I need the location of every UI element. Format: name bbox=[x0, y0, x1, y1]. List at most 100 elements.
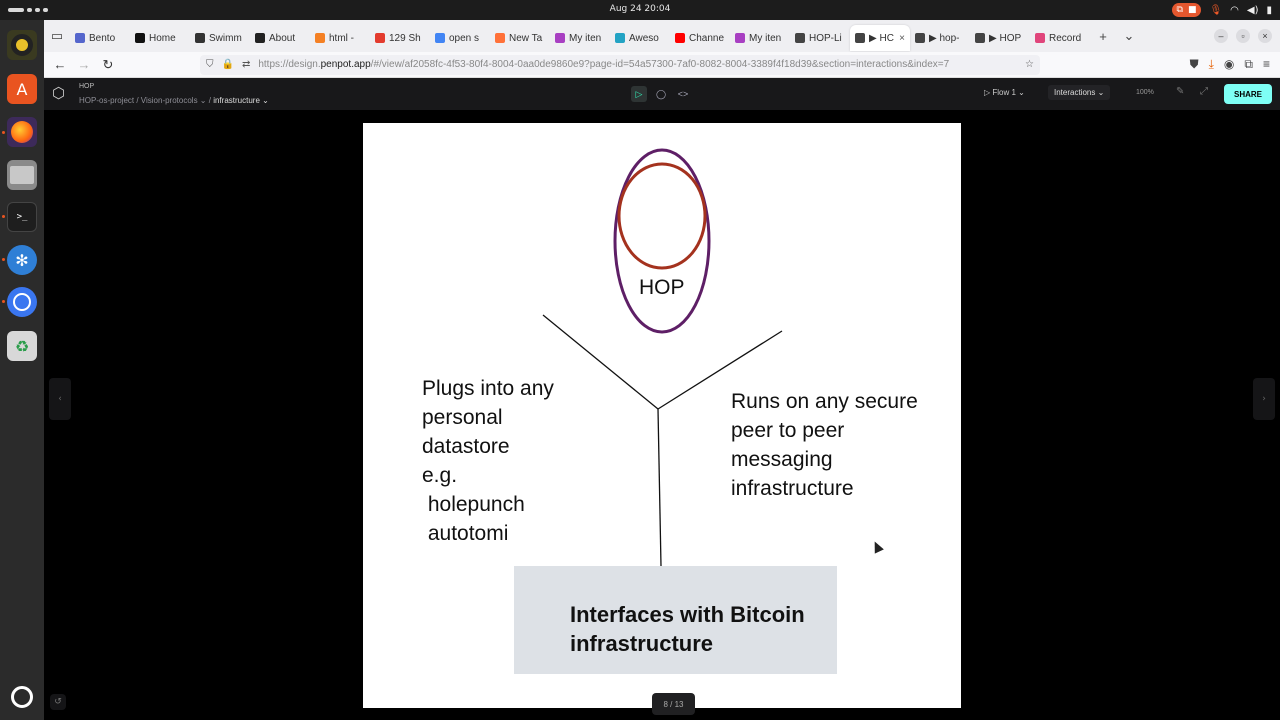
browser-tab-strip: ▭ Bento Home Swimm About html - 129 Sh open s N… bbox=[44, 20, 1280, 52]
bitcoin-box: Interfaces with Bitcoin infrastructure bbox=[514, 566, 837, 674]
system-clock[interactable]: Aug 24 20:04 bbox=[0, 4, 1280, 14]
flow-selector[interactable]: ▷ Flow 1 ⌄ bbox=[984, 88, 1025, 97]
tab-label: Channe bbox=[689, 32, 725, 44]
browser-tab[interactable]: html - bbox=[310, 25, 370, 51]
maximize-button[interactable]: ▫ bbox=[1236, 29, 1250, 43]
terminal-icon[interactable]: >_ bbox=[7, 202, 37, 232]
browser-tab[interactable]: Bento bbox=[70, 25, 130, 51]
reload-icon[interactable]: ↻ bbox=[96, 57, 120, 73]
bitcoin-text: Interfaces with Bitcoin infrastructure bbox=[570, 602, 805, 656]
breadcrumb-page[interactable]: infrastructure bbox=[213, 96, 260, 105]
screen-record-indicator[interactable]: ⧉ ■ bbox=[1171, 3, 1202, 17]
rhythmbox-icon[interactable] bbox=[7, 30, 37, 60]
prev-board-button[interactable]: ‹ bbox=[49, 378, 71, 420]
mode-label: Interactions bbox=[1054, 88, 1096, 97]
download-icon[interactable]: ⤓ bbox=[1209, 57, 1214, 72]
bento-icon bbox=[75, 33, 85, 43]
firefox-icon bbox=[495, 33, 505, 43]
browser-tab[interactable]: Channe bbox=[670, 25, 730, 51]
tab-label: About bbox=[269, 32, 296, 44]
extensions-icon[interactable]: ⧉ bbox=[1244, 57, 1253, 72]
system-status-area[interactable]: ⧉ ■ 🎙 ◠ ◀) ▮ bbox=[1171, 3, 1272, 17]
account-icon[interactable]: ◉ bbox=[1224, 57, 1234, 72]
forward-icon[interactable]: → bbox=[72, 57, 96, 72]
app-center-icon[interactable]: A bbox=[7, 74, 37, 104]
penpot-logo-icon[interactable]: ⬡ bbox=[52, 84, 70, 102]
browser-tab[interactable]: ▶ hop- bbox=[910, 25, 970, 51]
browser-tab[interactable]: Record bbox=[1030, 25, 1090, 51]
wikipedia-icon bbox=[195, 33, 205, 43]
browser-tab[interactable]: My iten bbox=[550, 25, 610, 51]
vscode-icon[interactable]: ✻ bbox=[7, 245, 37, 275]
mode-selector[interactable]: Interactions ⌄ bbox=[1048, 85, 1111, 100]
browser-tab[interactable]: Swimm bbox=[190, 25, 250, 51]
outer-ellipse bbox=[613, 148, 711, 334]
stem-line bbox=[657, 408, 662, 567]
project-name: HOP bbox=[79, 83, 95, 90]
github-icon bbox=[135, 33, 145, 43]
bookmark-star-icon[interactable]: ☆ bbox=[1025, 59, 1034, 70]
tab-label: Record bbox=[1049, 32, 1082, 44]
screencast-icon: ⧉ bbox=[1176, 5, 1183, 15]
lock-icon: 🔒 bbox=[221, 59, 234, 70]
close-tab-icon[interactable]: × bbox=[899, 33, 905, 44]
browser-tab[interactable]: HOP-Li bbox=[790, 25, 850, 51]
browser-tab[interactable]: About bbox=[250, 25, 310, 51]
menu-icon[interactable]: ≡ bbox=[1263, 57, 1270, 72]
browser-tab[interactable]: My iten bbox=[730, 25, 790, 51]
play-icon[interactable]: ▷ bbox=[631, 86, 647, 102]
url-bar[interactable]: ⛉ 🔒 ⇄ https://design.penpot.app/#/view/a… bbox=[200, 54, 1040, 75]
minimize-button[interactable]: – bbox=[1214, 29, 1228, 43]
dock: A >_ ✻ ♻ bbox=[0, 20, 44, 720]
share-button[interactable]: SHARE bbox=[1224, 84, 1272, 104]
breadcrumb-separator: / bbox=[208, 96, 211, 105]
microphone-icon: 🎙 bbox=[1209, 4, 1223, 16]
inner-ellipse bbox=[617, 162, 707, 270]
page-indicator: 8 / 13 bbox=[652, 693, 695, 715]
reset-icon[interactable]: ↺ bbox=[50, 694, 66, 710]
browser-tab[interactable]: open s bbox=[430, 25, 490, 51]
show-apps-icon[interactable] bbox=[7, 682, 37, 712]
tab-list-icon[interactable]: ▭ bbox=[44, 28, 70, 44]
signal-icon[interactable] bbox=[7, 287, 37, 317]
trash-icon[interactable]: ♻ bbox=[7, 331, 37, 361]
flow-label: Flow 1 bbox=[992, 88, 1016, 97]
permissions-icon: ⇄ bbox=[241, 59, 251, 70]
code-icon[interactable]: <> bbox=[675, 86, 691, 102]
tab-label: New Ta bbox=[509, 32, 543, 44]
browser-tab[interactable]: ▶ HC × bbox=[850, 25, 910, 51]
firefox-icon[interactable] bbox=[7, 117, 37, 147]
tab-label: My iten bbox=[569, 32, 602, 44]
close-window-button[interactable]: × bbox=[1258, 29, 1272, 43]
breadcrumb[interactable]: HOP-os-project / Vision-protocols ⌄ / in… bbox=[79, 96, 269, 105]
app-icon bbox=[555, 33, 565, 43]
browser-tab[interactable]: 129 Sh bbox=[370, 25, 430, 51]
app-icon bbox=[615, 33, 625, 43]
comment-icon[interactable]: ◯ bbox=[653, 86, 669, 102]
browser-tab[interactable]: Home bbox=[130, 25, 190, 51]
penpot-icon bbox=[795, 33, 805, 43]
files-icon[interactable] bbox=[7, 160, 37, 190]
tab-label: ▶ HC bbox=[869, 32, 894, 44]
volume-icon: ◀) bbox=[1246, 4, 1259, 16]
colorgrid-icon bbox=[375, 33, 385, 43]
battery-icon: ▮ bbox=[1266, 4, 1272, 16]
fullscreen-icon[interactable]: ⤢ bbox=[1200, 86, 1208, 97]
edit-icon[interactable]: ✎ bbox=[1176, 86, 1184, 97]
browser-tab[interactable]: ▶ HOP bbox=[970, 25, 1030, 51]
browser-tab[interactable]: Aweso bbox=[610, 25, 670, 51]
back-icon[interactable]: ← bbox=[48, 57, 72, 72]
next-board-button[interactable]: › bbox=[1253, 378, 1275, 420]
wifi-icon: ◠ bbox=[1230, 4, 1239, 16]
tab-list: Bento Home Swimm About html - 129 Sh open s New… bbox=[70, 21, 1090, 51]
stackoverflow-icon bbox=[315, 33, 325, 43]
breadcrumb-team[interactable]: HOP-os-project / Vision-protocols bbox=[79, 96, 198, 105]
new-tab-icon[interactable]: + bbox=[1090, 29, 1116, 44]
app-icon bbox=[735, 33, 745, 43]
browser-tab[interactable]: New Ta bbox=[490, 25, 550, 51]
tab-label: 129 Sh bbox=[389, 32, 421, 44]
pocket-icon[interactable]: ⛊ bbox=[1190, 57, 1199, 72]
penpot-viewer-header: ⬡ HOP HOP-os-project / Vision-protocols … bbox=[44, 78, 1280, 110]
zoom-level[interactable]: 100% bbox=[1136, 89, 1154, 96]
chevron-down-icon[interactable]: ⌄ bbox=[1116, 28, 1142, 44]
